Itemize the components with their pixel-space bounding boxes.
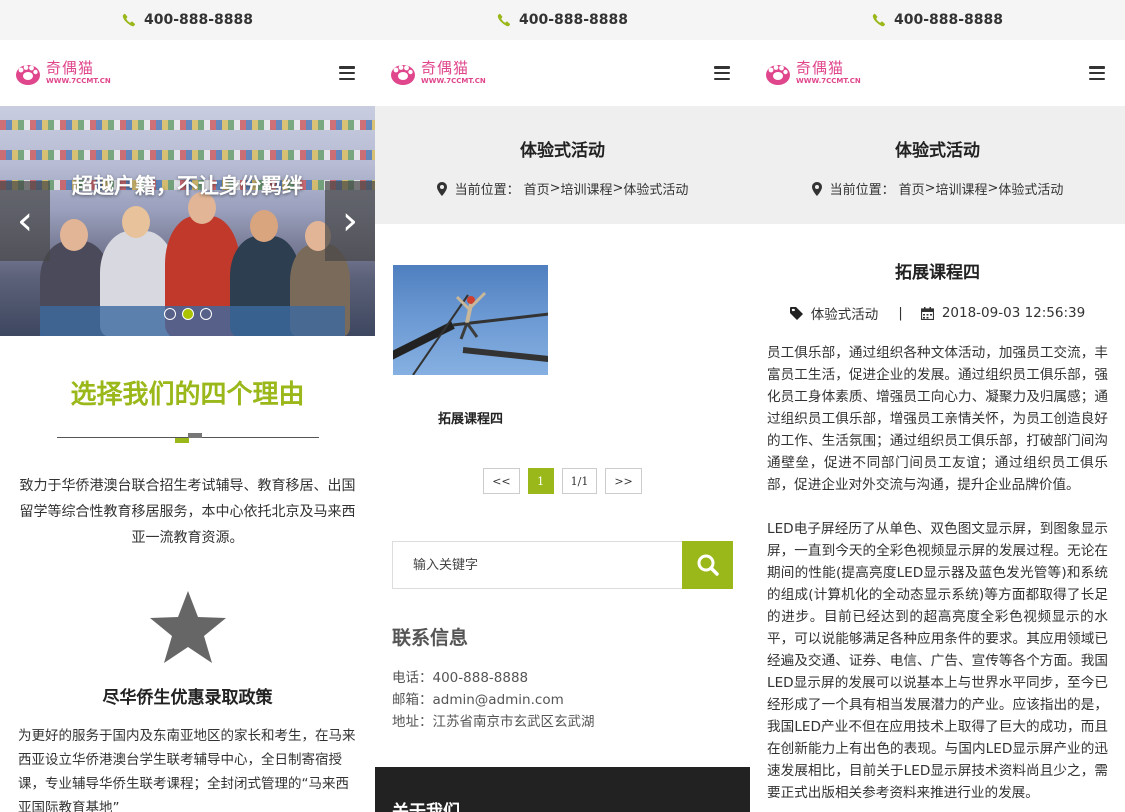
logo-url: WWW.7CCMT.CN xyxy=(46,77,111,85)
paw-logo-icon xyxy=(16,65,40,85)
breadcrumb: 当前位置： 首页 > 培训课程 > 体验式活动 xyxy=(375,179,750,198)
topbar: 400-888-8888 xyxy=(750,0,1125,40)
ropes-course-image xyxy=(393,291,548,375)
breadcrumb-label: 当前位置： xyxy=(454,183,520,198)
about-title: 关于我们 xyxy=(392,802,460,812)
article-body: 员工俱乐部，通过组织各种文体活动，加强员工交流，丰富员工生活，促进企业的发展。通… xyxy=(767,342,1108,804)
hamburger-menu-icon[interactable] xyxy=(1089,66,1105,80)
page-current-button[interactable]: 1 xyxy=(527,468,554,494)
site-header: 奇偶猫 WWW.7CCMT.CN xyxy=(750,40,1125,106)
article-panel: 400-888-8888 奇偶猫 WWW.7CCMT.CN 体验式活动 当前位置… xyxy=(750,0,1125,812)
logo-name: 奇偶猫 xyxy=(46,59,95,77)
search-input[interactable] xyxy=(392,541,682,589)
phone-icon xyxy=(497,13,511,27)
banner-dots xyxy=(0,308,375,320)
chevron-right-icon: › xyxy=(342,198,358,244)
article-paragraph-1: 员工俱乐部，通过组织各种文体活动，加强员工交流，丰富员工生活，促进企业的发展。通… xyxy=(767,345,1108,493)
breadcrumb-current[interactable]: 体验式活动 xyxy=(623,179,688,198)
contact-address: 地址：江苏省南京市玄武区玄武湖 xyxy=(392,714,595,730)
breadcrumb-separator: > xyxy=(987,181,999,196)
breadcrumb-home[interactable]: 首页 xyxy=(524,179,550,198)
hamburger-menu-icon[interactable] xyxy=(714,66,730,80)
breadcrumb-current[interactable]: 体验式活动 xyxy=(998,179,1063,198)
chevron-left-icon: ‹ xyxy=(17,198,33,244)
site-header: 奇偶猫 WWW.7CCMT.CN xyxy=(0,40,375,106)
contact-email: 邮箱：admin@admin.com xyxy=(392,692,564,708)
pagination: << 1 1/1 >> xyxy=(375,468,750,494)
course-thumbnail[interactable] xyxy=(393,265,548,375)
contact-info: 电话：400-888-8888 邮箱：admin@admin.com 地址：江苏… xyxy=(392,667,595,733)
page-title: 体验式活动 xyxy=(520,141,605,161)
article-category[interactable]: 体验式活动 xyxy=(811,303,879,323)
breadcrumb-category[interactable]: 培训课程 xyxy=(936,179,988,198)
feature-title: 尽华侨生优惠录取政策 xyxy=(102,688,273,708)
search-form xyxy=(392,541,733,589)
paw-logo-icon xyxy=(391,65,415,85)
page-count: 1/1 xyxy=(561,468,598,494)
search-icon xyxy=(697,554,719,576)
phone-icon xyxy=(122,13,136,27)
search-button[interactable] xyxy=(682,541,733,589)
banner-next-button[interactable]: › xyxy=(325,181,375,261)
logo[interactable]: 奇偶猫 WWW.7CCMT.CN xyxy=(764,60,861,86)
phone-number: 400-888-8888 xyxy=(893,12,1004,28)
breadcrumb-separator: > xyxy=(924,181,936,196)
title-divider xyxy=(56,433,319,443)
breadcrumb-separator: > xyxy=(612,181,624,196)
topbar: 400-888-8888 xyxy=(0,0,375,40)
section-title: 选择我们的四个理由 xyxy=(70,380,305,410)
banner-dot-2[interactable] xyxy=(181,308,194,320)
logo-name: 奇偶猫 xyxy=(796,59,845,77)
article-meta: 体验式活动 | 2018-09-03 12:56:39 xyxy=(750,303,1125,323)
breadcrumb: 当前位置： 首页 > 培训课程 > 体验式活动 xyxy=(750,179,1125,198)
article-title: 拓展课程四 xyxy=(895,263,980,283)
site-header: 奇偶猫 WWW.7CCMT.CN xyxy=(375,40,750,106)
page-last-button[interactable]: >> xyxy=(605,468,642,494)
location-pin-icon xyxy=(811,181,822,196)
star-icon xyxy=(149,591,226,663)
breadcrumb-home[interactable]: 首页 xyxy=(899,179,925,198)
page-header: 体验式活动 当前位置： 首页 > 培训课程 > 体验式活动 xyxy=(375,106,750,224)
meta-separator: | xyxy=(898,305,903,321)
contact-phone: 电话：400-888-8888 xyxy=(392,670,529,686)
logo[interactable]: 奇偶猫 WWW.7CCMT.CN xyxy=(14,60,111,86)
list-panel: 400-888-8888 奇偶猫 WWW.7CCMT.CN 体验式活动 当前位置… xyxy=(375,0,750,812)
calendar-icon xyxy=(920,306,934,320)
tag-icon xyxy=(789,306,803,320)
paw-logo-icon xyxy=(766,65,790,85)
topbar: 400-888-8888 xyxy=(375,0,750,40)
page-header: 体验式活动 当前位置： 首页 > 培训课程 > 体验式活动 xyxy=(750,106,1125,224)
intro-text: 致力于华侨港澳台联合招生考试辅导、教育移居、出国留学等综合性教育移居服务，本中心… xyxy=(19,478,356,546)
logo-name: 奇偶猫 xyxy=(421,59,470,77)
logo-url: WWW.7CCMT.CN xyxy=(421,77,486,85)
phone-number: 400-888-8888 xyxy=(143,12,254,28)
logo[interactable]: 奇偶猫 WWW.7CCMT.CN xyxy=(389,60,486,86)
about-section: 关于我们 xyxy=(375,767,750,812)
phone-number: 400-888-8888 xyxy=(518,12,629,28)
banner-title: 超越户籍，不让身份羁绊 xyxy=(72,174,303,198)
banner-dot-1[interactable] xyxy=(163,308,176,320)
banner-dot-3[interactable] xyxy=(199,308,212,320)
page-title: 体验式活动 xyxy=(895,141,980,161)
article-paragraph-2: LED电子屏经历了从单色、双色图文显示屏，到图象显示屏，一直到今天的全彩色视频显… xyxy=(767,521,1108,801)
logo-url: WWW.7CCMT.CN xyxy=(796,77,861,85)
breadcrumb-label: 当前位置： xyxy=(829,183,895,198)
breadcrumb-category[interactable]: 培训课程 xyxy=(561,179,613,198)
hamburger-menu-icon[interactable] xyxy=(339,66,355,80)
location-pin-icon xyxy=(436,181,447,196)
breadcrumb-separator: > xyxy=(549,181,561,196)
hero-banner: 超越户籍，不让身份羁绊 ‹ › xyxy=(0,106,375,336)
article-date: 2018-09-03 12:56:39 xyxy=(941,305,1086,321)
home-panel: 400-888-8888 奇偶猫 WWW.7CCMT.CN 超越户籍，不让身份羁… xyxy=(0,0,375,812)
page-first-button[interactable]: << xyxy=(483,468,520,494)
phone-icon xyxy=(872,13,886,27)
feature-text: 为更好的服务于国内及东南亚地区的家长和考生，在马来西亚设立华侨港澳台学生联考辅导… xyxy=(18,728,356,812)
banner-prev-button[interactable]: ‹ xyxy=(0,181,50,261)
contact-title: 联系信息 xyxy=(392,627,469,649)
course-title-link[interactable]: 拓展课程四 xyxy=(393,408,548,427)
